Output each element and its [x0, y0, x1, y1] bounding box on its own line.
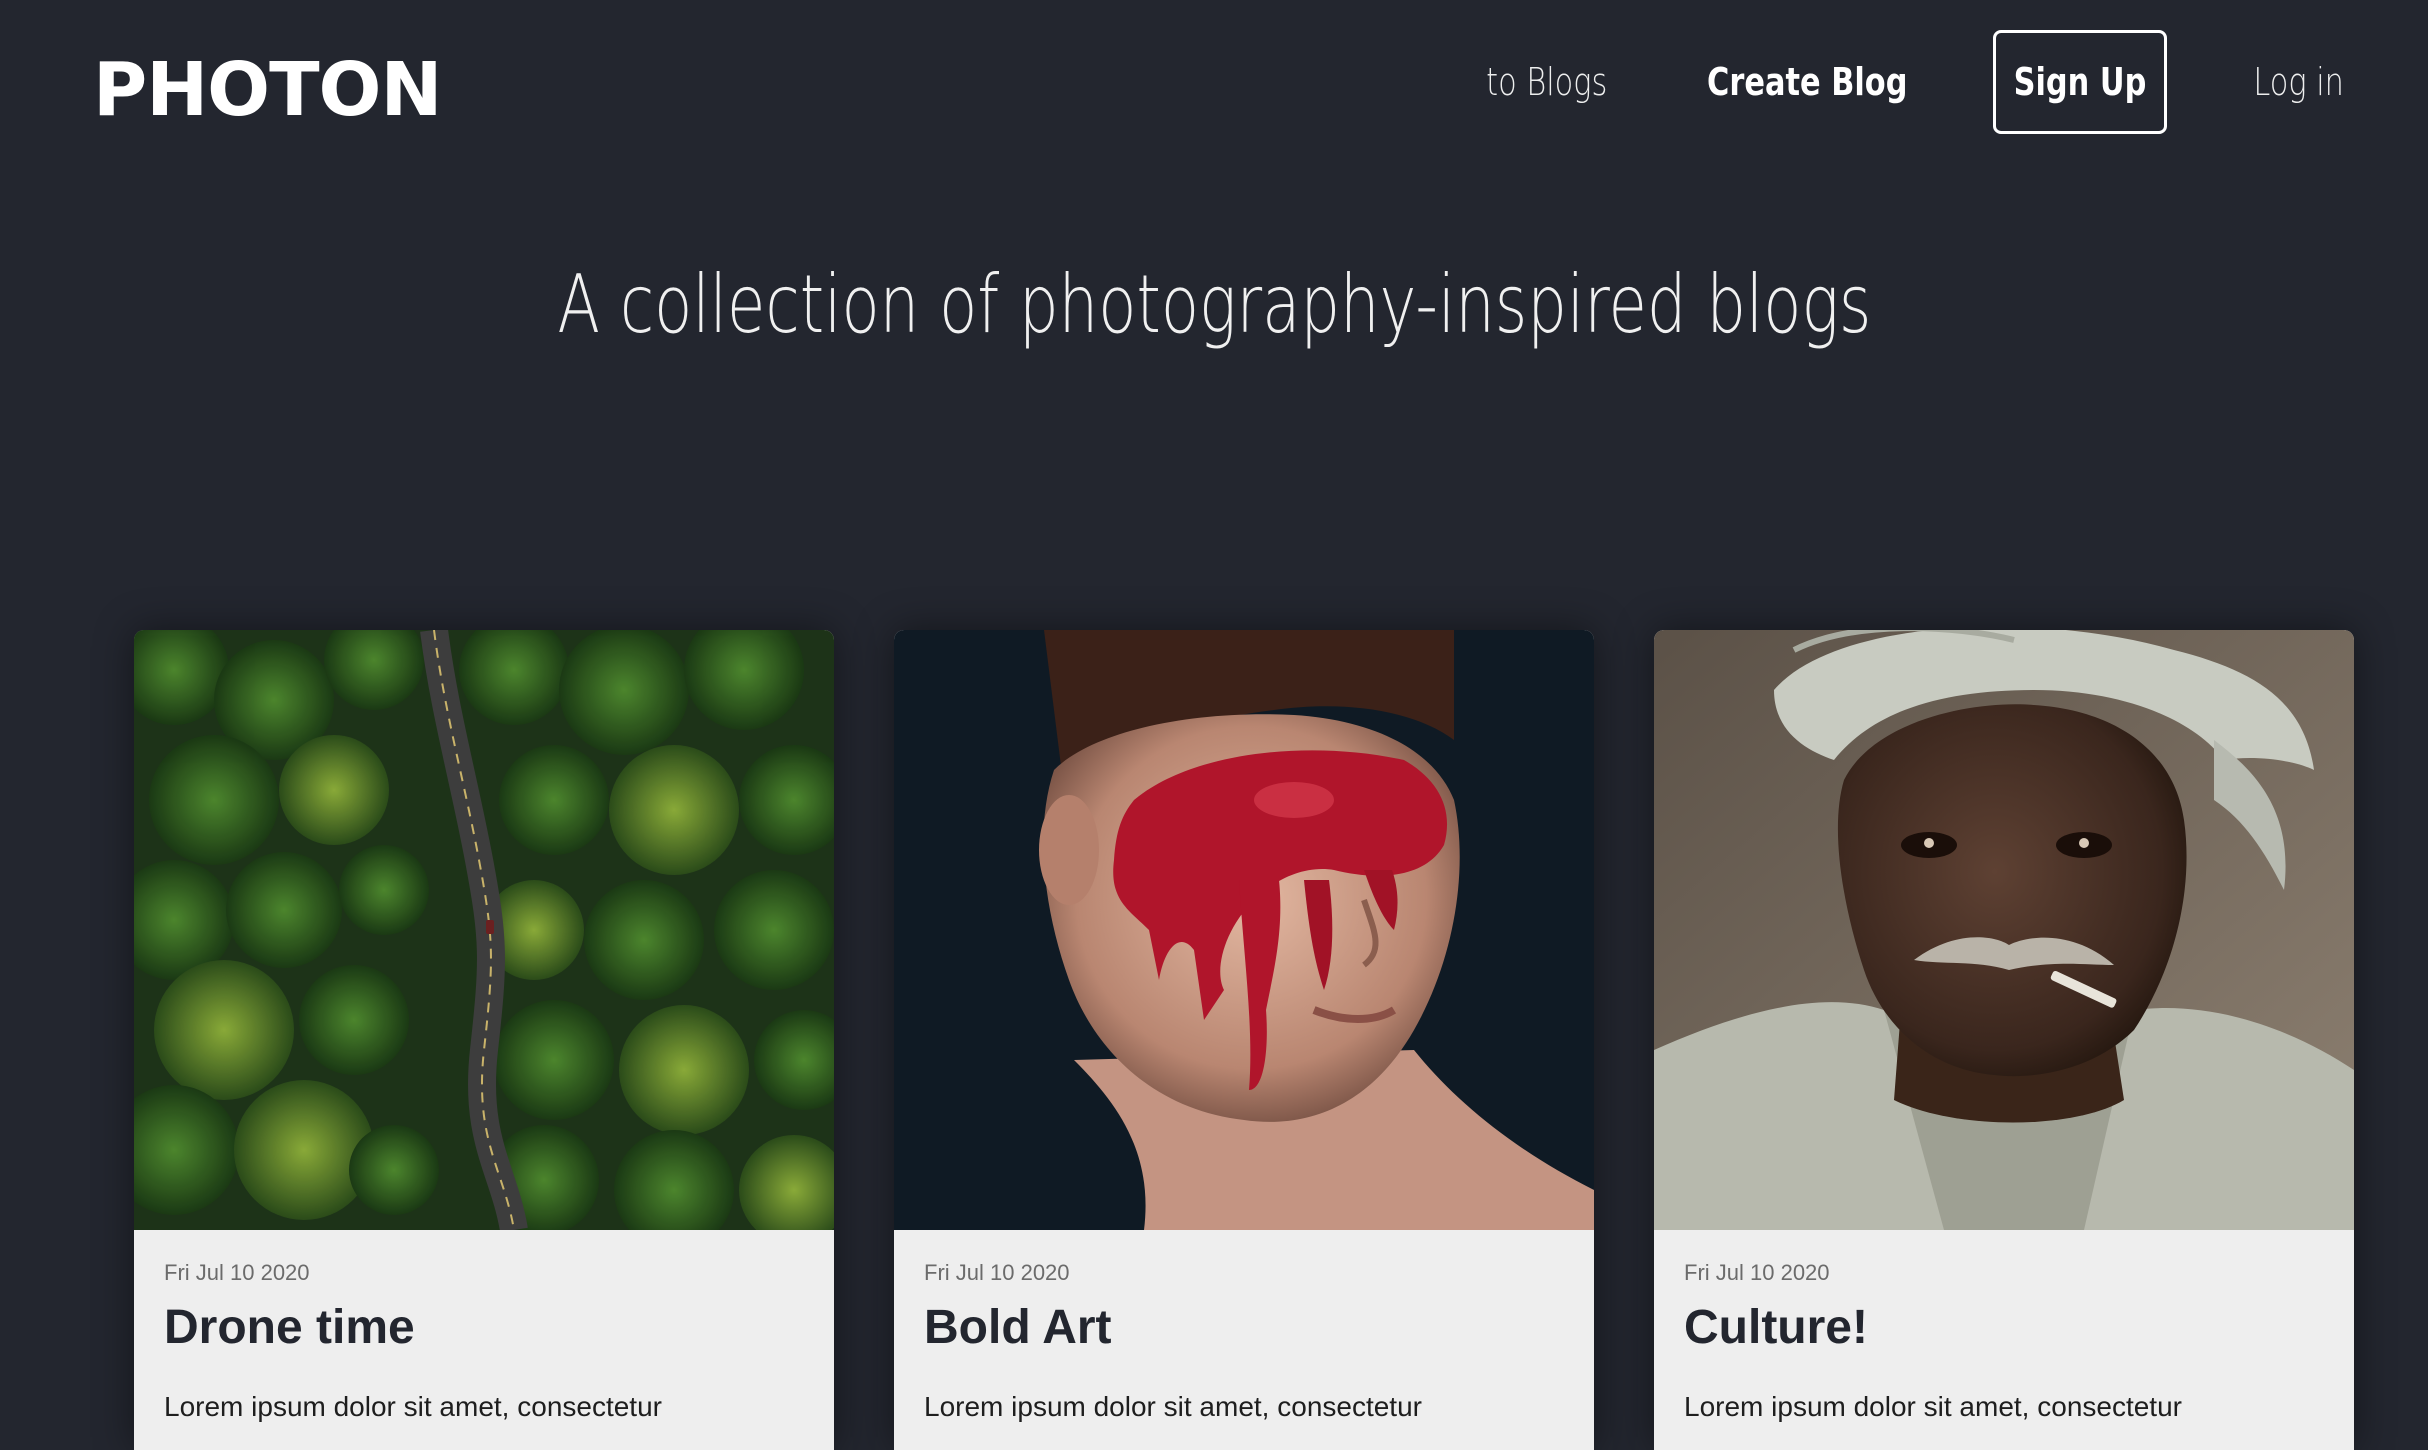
card-fade-overlay	[1654, 1426, 2354, 1450]
card-fade-overlay	[894, 1426, 1594, 1450]
sign-up-button[interactable]: Sign Up	[1992, 30, 2167, 134]
card-title[interactable]: Drone time	[164, 1300, 415, 1356]
card-body: Fri Jul 10 2020 Drone time Lorem ipsum d…	[134, 1230, 834, 1450]
nav-create-blog-link[interactable]: Create Blog	[1707, 58, 1907, 106]
card-date: Fri Jul 10 2020	[924, 1260, 1070, 1285]
red-paint-face-portrait-photo	[894, 630, 1594, 1230]
site-header: PHOTON to Blogs Create Blog Sign Up Log …	[0, 0, 2428, 180]
blog-card[interactable]: Fri Jul 10 2020 Culture! Lorem ipsum dol…	[1654, 630, 2354, 1450]
card-date: Fri Jul 10 2020	[164, 1260, 310, 1285]
card-title[interactable]: Bold Art	[924, 1300, 1112, 1356]
card-excerpt: Lorem ipsum dolor sit amet, consectetur	[164, 1391, 662, 1422]
card-body: Fri Jul 10 2020 Culture! Lorem ipsum dol…	[1654, 1230, 2354, 1450]
nav-to-blogs-link[interactable]: to Blogs	[1486, 58, 1607, 106]
card-date: Fri Jul 10 2020	[1684, 1260, 1830, 1285]
sign-up-label: Sign Up	[2013, 60, 2147, 104]
card-body: Fri Jul 10 2020 Bold Art Lorem ipsum dol…	[894, 1230, 1594, 1450]
aerial-forest-road-photo	[134, 630, 834, 1230]
card-excerpt: Lorem ipsum dolor sit amet, consectetur	[1684, 1391, 2182, 1422]
turbaned-man-portrait-photo	[1654, 630, 2354, 1230]
main-nav: to Blogs Create Blog Sign Up Log in	[1471, 30, 2355, 134]
hero-title: A collection of photography-inspired blo…	[556, 258, 1872, 351]
card-title[interactable]: Culture!	[1684, 1300, 1868, 1356]
hero-tagline: A collection of photography-inspired blo…	[0, 250, 2428, 360]
logo[interactable]: PHOTON	[93, 50, 442, 130]
card-fade-overlay	[134, 1426, 834, 1450]
blog-card[interactable]: Fri Jul 10 2020 Drone time Lorem ipsum d…	[134, 630, 834, 1450]
blog-card[interactable]: Fri Jul 10 2020 Bold Art Lorem ipsum dol…	[894, 630, 1594, 1450]
card-excerpt: Lorem ipsum dolor sit amet, consectetur	[924, 1391, 1422, 1422]
nav-log-in-link[interactable]: Log in	[2253, 58, 2344, 106]
